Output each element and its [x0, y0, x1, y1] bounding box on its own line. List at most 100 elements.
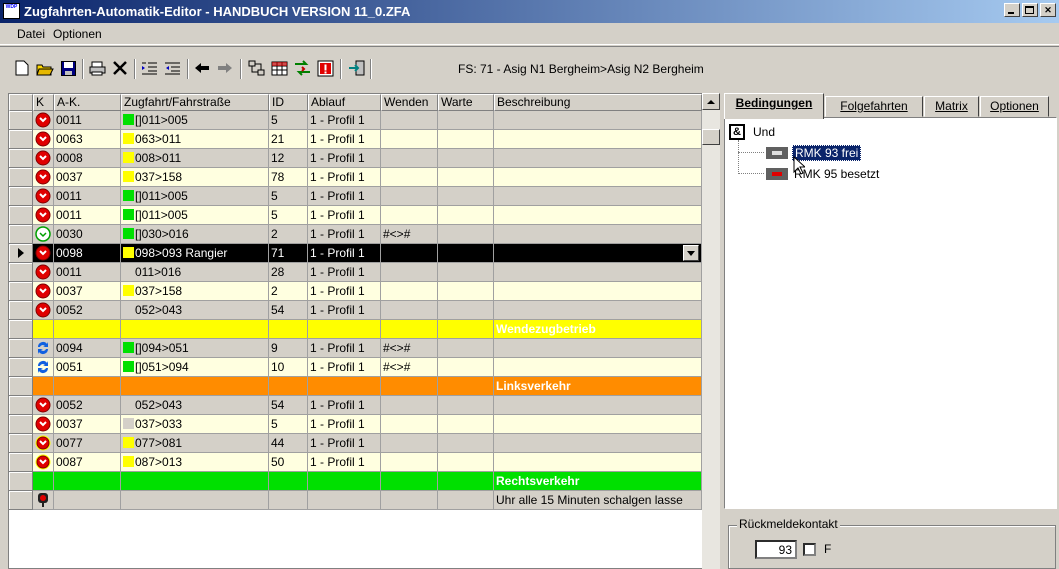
cell-fahrstrasse[interactable]: 052>043: [121, 396, 269, 415]
cell-wenden[interactable]: [381, 320, 438, 339]
header-warte[interactable]: Warte: [438, 94, 494, 111]
arrow-right-icon[interactable]: [216, 59, 234, 77]
cell-id[interactable]: 28: [269, 263, 308, 282]
cell-ak[interactable]: [54, 472, 121, 491]
cell-fahrstrasse[interactable]: []011>005: [121, 187, 269, 206]
cell-k[interactable]: [33, 111, 54, 130]
cell-warte[interactable]: [438, 187, 494, 206]
cell-wenden[interactable]: [381, 491, 438, 510]
cell-ak[interactable]: 0037: [54, 415, 121, 434]
table-row[interactable]: 0037 037>033 5 1 - Profil 1: [9, 415, 702, 434]
cell-k[interactable]: [33, 453, 54, 472]
rueckmelde-input[interactable]: [755, 540, 797, 559]
table-row[interactable]: 0037 037>158 78 1 - Profil 1: [9, 168, 702, 187]
cell-id[interactable]: 78: [269, 168, 308, 187]
cell-k[interactable]: [33, 320, 54, 339]
cell-k[interactable]: [33, 358, 54, 377]
table-icon[interactable]: [270, 59, 288, 77]
cell-ak[interactable]: 0037: [54, 282, 121, 301]
table-row[interactable]: 0094 []094>051 9 1 - Profil 1 #<>#: [9, 339, 702, 358]
dropdown-arrow-icon[interactable]: [683, 245, 699, 261]
cell-fahrstrasse[interactable]: 087>013: [121, 453, 269, 472]
cell-ablauf[interactable]: 1 - Profil 1: [308, 339, 381, 358]
cell-ak[interactable]: 0077: [54, 434, 121, 453]
cell-ablauf[interactable]: 1 - Profil 1: [308, 282, 381, 301]
cell-fahrstrasse[interactable]: 037>158: [121, 282, 269, 301]
row-indicator[interactable]: [9, 282, 33, 301]
cell-beschreibung[interactable]: [494, 130, 702, 149]
minimize-button[interactable]: [1004, 3, 1020, 17]
cell-ablauf[interactable]: 1 - Profil 1: [308, 187, 381, 206]
cell-ak[interactable]: [54, 320, 121, 339]
header-ak[interactable]: A-K.: [54, 94, 121, 111]
cell-fahrstrasse[interactable]: 063>011: [121, 130, 269, 149]
table-row[interactable]: 0011 []011>005 5 1 - Profil 1: [9, 206, 702, 225]
cell-id[interactable]: 9: [269, 339, 308, 358]
cell-fahrstrasse[interactable]: 052>043: [121, 301, 269, 320]
table-row[interactable]: 0052 052>043 54 1 - Profil 1: [9, 396, 702, 415]
cell-id[interactable]: [269, 472, 308, 491]
cell-wenden[interactable]: [381, 415, 438, 434]
cell-warte[interactable]: [438, 453, 494, 472]
vertical-scrollbar[interactable]: [702, 93, 720, 569]
header-beschreibung[interactable]: Beschreibung: [494, 94, 702, 111]
cell-fahrstrasse[interactable]: 008>011: [121, 149, 269, 168]
cell-beschreibung[interactable]: [494, 282, 702, 301]
swap-icon[interactable]: [293, 59, 311, 77]
tab-optionen[interactable]: Optionen: [980, 96, 1049, 117]
cell-ak[interactable]: 0011: [54, 111, 121, 130]
close-button[interactable]: ✕: [1040, 3, 1056, 17]
delete-icon[interactable]: [111, 59, 129, 77]
cell-ablauf[interactable]: 1 - Profil 1: [308, 453, 381, 472]
section-row[interactable]: Wendezugbetrieb: [9, 320, 702, 339]
header-wenden[interactable]: Wenden: [381, 94, 438, 111]
cell-wenden[interactable]: [381, 434, 438, 453]
tree-item-rmk-95[interactable]: RMK 95 besetzt: [766, 164, 881, 183]
cell-beschreibung[interactable]: Rechtsverkehr: [494, 472, 702, 491]
cell-id[interactable]: 5: [269, 111, 308, 130]
cell-id[interactable]: 44: [269, 434, 308, 453]
cell-ak[interactable]: [54, 377, 121, 396]
cell-k[interactable]: [33, 415, 54, 434]
cell-wenden[interactable]: [381, 111, 438, 130]
cell-wenden[interactable]: [381, 282, 438, 301]
cell-wenden[interactable]: [381, 472, 438, 491]
row-indicator[interactable]: [9, 187, 33, 206]
cell-fahrstrasse[interactable]: 037>033: [121, 415, 269, 434]
cell-wenden[interactable]: [381, 149, 438, 168]
scroll-up-button[interactable]: [702, 93, 720, 110]
arrow-left-icon[interactable]: [193, 59, 211, 77]
indent-icon[interactable]: [140, 59, 158, 77]
cell-ablauf[interactable]: 1 - Profil 1: [308, 111, 381, 130]
row-indicator[interactable]: [9, 111, 33, 130]
table-row[interactable]: 0011 []011>005 5 1 - Profil 1: [9, 187, 702, 206]
cell-beschreibung[interactable]: [494, 263, 702, 282]
cell-k[interactable]: [33, 491, 54, 510]
cell-k[interactable]: [33, 282, 54, 301]
menu-optionen[interactable]: Optionen: [53, 23, 102, 45]
row-indicator[interactable]: [9, 491, 33, 510]
table-row[interactable]: 0011 []011>005 5 1 - Profil 1: [9, 111, 702, 130]
table-row[interactable]: 0037 037>158 2 1 - Profil 1: [9, 282, 702, 301]
cell-ablauf[interactable]: 1 - Profil 1: [308, 434, 381, 453]
cell-beschreibung[interactable]: [494, 206, 702, 225]
cell-ablauf[interactable]: [308, 320, 381, 339]
rueckmelde-checkbox[interactable]: [803, 543, 816, 556]
cell-ak[interactable]: 0052: [54, 301, 121, 320]
row-indicator[interactable]: [9, 377, 33, 396]
cell-fahrstrasse[interactable]: []051>094: [121, 358, 269, 377]
cell-warte[interactable]: [438, 244, 494, 263]
cell-id[interactable]: 12: [269, 149, 308, 168]
table-row[interactable]: 0063 063>011 21 1 - Profil 1: [9, 130, 702, 149]
cell-warte[interactable]: [438, 434, 494, 453]
table-row[interactable]: 0087 087>013 50 1 - Profil 1: [9, 453, 702, 472]
cell-k[interactable]: [33, 472, 54, 491]
cell-warte[interactable]: [438, 111, 494, 130]
cell-beschreibung[interactable]: [494, 453, 702, 472]
cell-k[interactable]: [33, 225, 54, 244]
save-icon[interactable]: [59, 59, 77, 77]
cell-warte[interactable]: [438, 472, 494, 491]
cell-warte[interactable]: [438, 358, 494, 377]
row-indicator[interactable]: [9, 434, 33, 453]
cell-beschreibung[interactable]: [494, 415, 702, 434]
